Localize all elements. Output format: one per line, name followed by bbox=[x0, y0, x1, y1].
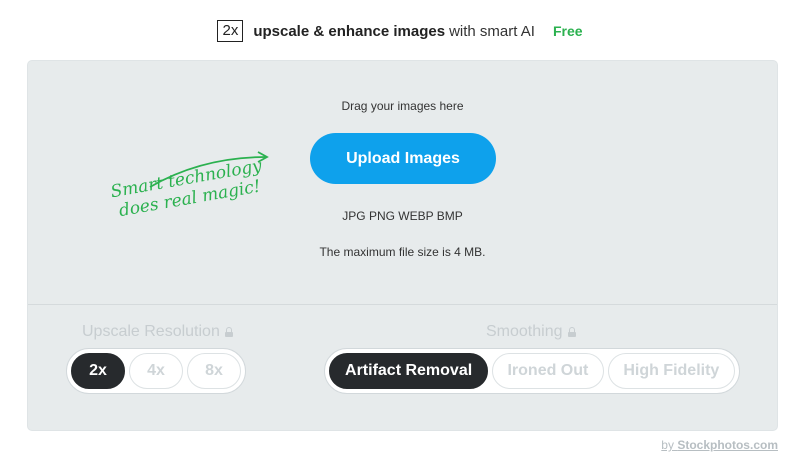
max-file-size: The maximum file size is 4 MB. bbox=[319, 245, 486, 259]
smoothing-label: Smoothing bbox=[486, 323, 576, 341]
lock-icon bbox=[224, 327, 233, 337]
header: 2x upscale & enhance images with smart A… bbox=[0, 16, 800, 46]
scale-badge: 2x bbox=[217, 20, 244, 42]
smoothing-option-artifact-removal[interactable]: Artifact Removal bbox=[329, 353, 489, 389]
smoothing-text: Smoothing bbox=[486, 323, 563, 340]
header-subtitle: with smart AI bbox=[449, 22, 535, 40]
free-label: Free bbox=[552, 23, 583, 39]
resolution-option-4x[interactable]: 4x bbox=[129, 353, 183, 389]
drag-hint: Drag your images here bbox=[341, 99, 464, 113]
smoothing-option-ironed-out[interactable]: Ironed Out bbox=[492, 353, 604, 389]
resolution-option-2x[interactable]: 2x bbox=[71, 353, 125, 389]
lock-icon bbox=[567, 327, 576, 337]
stockphotos-link[interactable]: by Stockphotos.com bbox=[661, 438, 778, 452]
header-title: upscale & enhance images bbox=[253, 22, 446, 40]
upscale-resolution-text: Upscale Resolution bbox=[82, 323, 220, 340]
footer-brand: Stockphotos.com bbox=[677, 438, 778, 452]
upload-images-button[interactable]: Upload Images bbox=[310, 133, 496, 184]
smoothing-selector: Artifact Removal Ironed Out High Fidelit… bbox=[324, 348, 740, 394]
resolution-selector: 2x 4x 8x bbox=[66, 348, 246, 394]
upscale-resolution-label: Upscale Resolution bbox=[82, 323, 233, 341]
footer-by: by bbox=[661, 438, 674, 452]
smoothing-option-high-fidelity[interactable]: High Fidelity bbox=[607, 353, 735, 389]
supported-formats: JPG PNG WEBP BMP bbox=[342, 209, 463, 223]
resolution-option-8x[interactable]: 8x bbox=[187, 353, 241, 389]
upload-panel[interactable]: Drag your images here Smart technology d… bbox=[28, 61, 777, 430]
divider bbox=[28, 304, 777, 305]
